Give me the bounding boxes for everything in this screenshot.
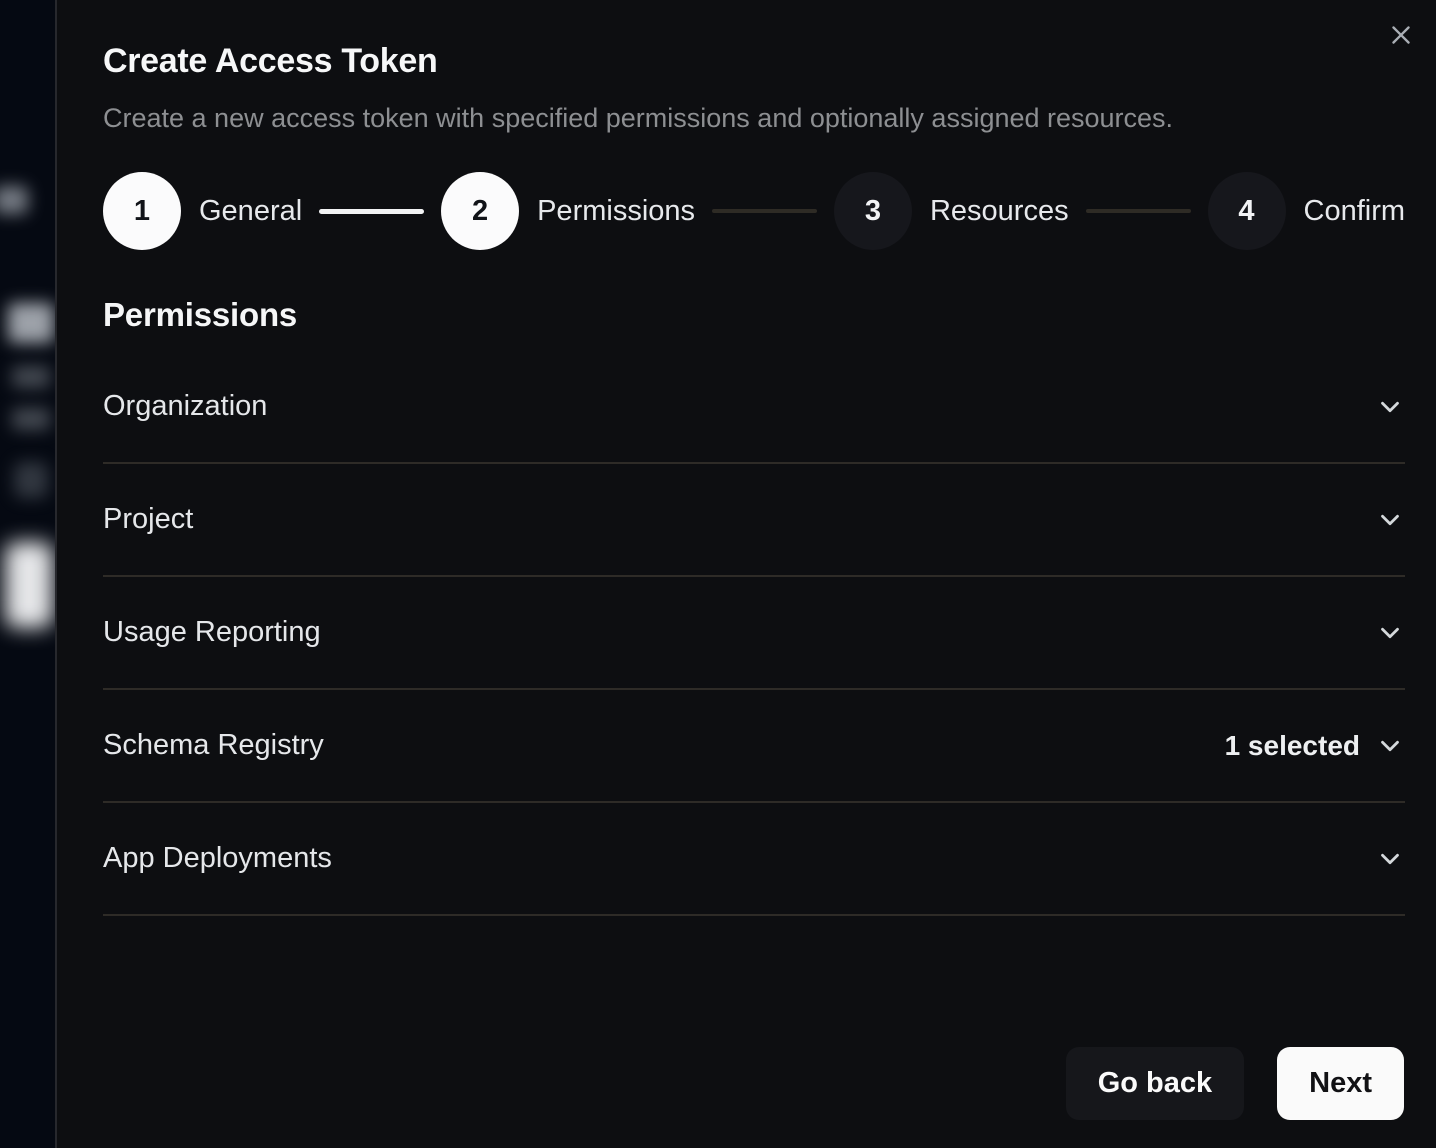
close-icon bbox=[1386, 20, 1416, 50]
accordion-row-project[interactable]: Project bbox=[103, 464, 1405, 577]
create-access-token-modal: Create Access Token Create a new access … bbox=[55, 0, 1436, 1148]
stepper-connector bbox=[1086, 209, 1191, 213]
stepper-connector bbox=[319, 209, 424, 214]
background-blur-content bbox=[12, 366, 50, 388]
close-button[interactable] bbox=[1384, 18, 1418, 52]
modal-subtitle: Create a new access token with specified… bbox=[103, 103, 1405, 134]
go-back-button[interactable]: Go back bbox=[1066, 1047, 1244, 1120]
stepper-connector bbox=[712, 209, 817, 213]
chevron-down-icon bbox=[1375, 731, 1405, 761]
accordion-row-label: Organization bbox=[103, 390, 267, 423]
background-blur-content bbox=[14, 462, 48, 498]
background-blur-content bbox=[0, 186, 28, 214]
chevron-down-icon bbox=[1375, 618, 1405, 648]
step-label: Resources bbox=[930, 195, 1069, 228]
step-number-badge: 2 bbox=[441, 172, 519, 250]
section-heading-permissions: Permissions bbox=[103, 296, 1405, 334]
stepper-step-confirm[interactable]: 4 Confirm bbox=[1208, 172, 1406, 250]
permissions-accordion: Organization Project Usage Reporting Sch… bbox=[103, 351, 1405, 916]
background-blur-content bbox=[8, 303, 54, 343]
step-label: Confirm bbox=[1304, 195, 1406, 228]
background-page-strip bbox=[0, 0, 55, 1148]
selection-count-badge: 1 selected bbox=[1225, 730, 1360, 762]
accordion-row-app-deployments[interactable]: App Deployments bbox=[103, 803, 1405, 916]
chevron-down-icon bbox=[1375, 844, 1405, 874]
accordion-row-label: Schema Registry bbox=[103, 729, 324, 762]
accordion-row-organization[interactable]: Organization bbox=[103, 351, 1405, 464]
accordion-row-usage-reporting[interactable]: Usage Reporting bbox=[103, 577, 1405, 690]
chevron-down-icon bbox=[1375, 505, 1405, 535]
background-blur-content bbox=[5, 542, 53, 628]
accordion-row-label: App Deployments bbox=[103, 842, 332, 875]
background-blur-content bbox=[12, 408, 50, 430]
step-number-badge: 1 bbox=[103, 172, 181, 250]
step-label: General bbox=[199, 195, 302, 228]
modal-footer: Go back Next bbox=[1066, 1047, 1404, 1120]
stepper-step-permissions[interactable]: 2 Permissions bbox=[441, 172, 695, 250]
stepper-step-general[interactable]: 1 General bbox=[103, 172, 302, 250]
stepper-step-resources[interactable]: 3 Resources bbox=[834, 172, 1069, 250]
step-number-badge: 4 bbox=[1208, 172, 1286, 250]
step-label: Permissions bbox=[537, 195, 695, 228]
step-number-badge: 3 bbox=[834, 172, 912, 250]
accordion-row-label: Project bbox=[103, 503, 193, 536]
accordion-row-label: Usage Reporting bbox=[103, 616, 321, 649]
wizard-stepper: 1 General 2 Permissions 3 Resources 4 Co… bbox=[103, 172, 1405, 250]
chevron-down-icon bbox=[1375, 392, 1405, 422]
accordion-row-schema-registry[interactable]: Schema Registry 1 selected bbox=[103, 690, 1405, 803]
next-button[interactable]: Next bbox=[1277, 1047, 1404, 1120]
modal-title: Create Access Token bbox=[103, 42, 1405, 81]
